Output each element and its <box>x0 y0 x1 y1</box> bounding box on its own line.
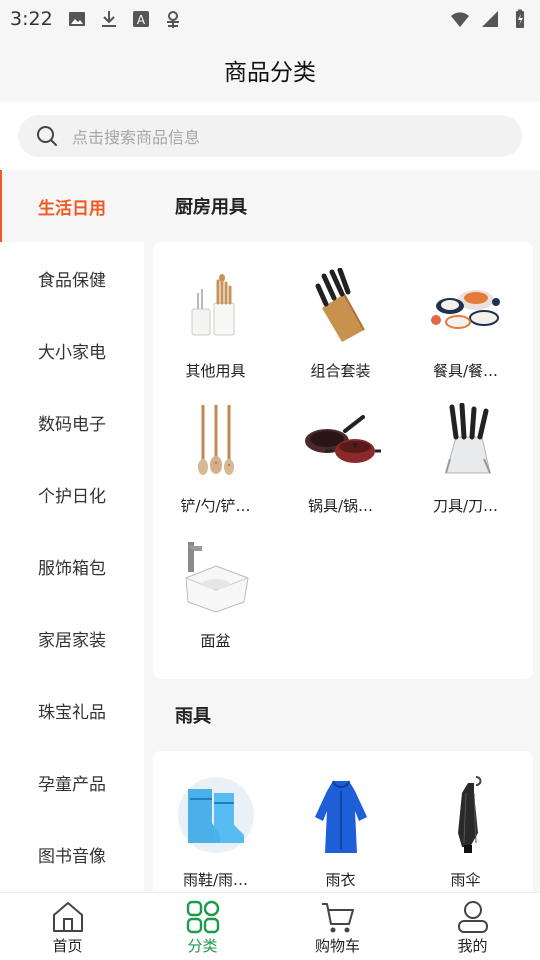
search-bar-container: 点击搜索商品信息 <box>0 102 540 170</box>
section-title: 厨房用具 <box>175 197 247 218</box>
section-title: 雨具 <box>175 706 211 727</box>
tab-cart[interactable]: 购物车 <box>270 893 405 960</box>
bug-icon <box>166 11 179 28</box>
battery-charging-icon <box>516 9 524 28</box>
product-grid: 雨鞋/雨… 雨衣 雨伞 <box>153 751 533 892</box>
font-icon: A <box>132 11 149 27</box>
search-icon <box>37 126 57 146</box>
product-label: 锅具/锅… <box>307 497 374 515</box>
product-item[interactable]: 锅具/锅… <box>278 389 403 524</box>
signal-icon <box>482 11 498 27</box>
sidebar-item-label: 数码电子 <box>38 414 106 435</box>
tab-label: 分类 <box>187 937 218 955</box>
svg-text:A: A <box>137 13 146 27</box>
tableware-set-icon <box>424 264 508 348</box>
sidebar-item-label: 食品保健 <box>38 270 106 291</box>
bottom-tab-bar: 首页 分类 购物车 我的 <box>0 892 540 960</box>
product-item[interactable]: 其他用具 <box>153 254 278 389</box>
search-placeholder: 点击搜索商品信息 <box>72 128 201 147</box>
product-label: 刀具/刀… <box>432 497 499 515</box>
tab-label: 购物车 <box>314 937 360 955</box>
sidebar-item-label: 大小家电 <box>38 342 106 363</box>
sidebar-item-label: 珠宝礼品 <box>38 702 106 723</box>
category-icon <box>186 900 219 934</box>
download-icon <box>101 11 116 27</box>
umbrella-icon <box>424 773 508 857</box>
pans-icon <box>299 399 383 483</box>
image-icon <box>68 12 85 26</box>
tab-label: 我的 <box>457 937 488 955</box>
product-item[interactable]: 组合套装 <box>278 254 403 389</box>
tab-home[interactable]: 首页 <box>0 893 135 960</box>
home-icon <box>52 902 83 932</box>
product-label: 餐具/餐… <box>432 362 499 380</box>
sidebar-item-label: 服饰箱包 <box>38 558 106 579</box>
product-item[interactable]: 雨衣 <box>278 763 403 892</box>
sidebar-item-appliances[interactable]: 大小家电 <box>0 314 144 386</box>
product-item[interactable]: 刀具/刀… <box>403 389 528 524</box>
product-label: 雨衣 <box>325 871 356 889</box>
sidebar-item-home[interactable]: 家居家装 <box>0 602 144 674</box>
sidebar-item-daily-use[interactable]: 生活日用 <box>0 170 144 242</box>
product-grid: 其他用具 组合套装 餐具/餐… 铲/勺/铲… 锅具/锅… 刀具/刀… 面盆 <box>153 242 533 679</box>
wifi-icon <box>451 12 469 27</box>
raincoat-icon <box>299 773 383 857</box>
basin-icon <box>174 534 258 618</box>
product-label: 其他用具 <box>185 362 246 380</box>
tab-category[interactable]: 分类 <box>135 893 270 960</box>
sidebar-item-label: 家居家装 <box>38 630 106 651</box>
sidebar-item-personal-care[interactable]: 个护日化 <box>0 458 144 530</box>
sidebar-item-label: 孕童产品 <box>38 774 106 795</box>
knife-block-icon <box>299 264 383 348</box>
product-item[interactable]: 雨鞋/雨… <box>153 763 278 892</box>
product-label: 雨伞 <box>450 871 481 889</box>
page-header: 商品分类 <box>0 38 540 102</box>
sidebar-item-apparel-bags[interactable]: 服饰箱包 <box>0 530 144 602</box>
sidebar-item-label: 图书音像 <box>38 846 106 867</box>
product-item[interactable]: 雨伞 <box>403 763 528 892</box>
sidebar-item-books-media[interactable]: 图书音像 <box>0 818 144 890</box>
sidebar-item-jewelry-gifts[interactable]: 珠宝礼品 <box>0 674 144 746</box>
category-sidebar: 生活日用 食品保健 大小家电 数码电子 个护日化 服饰箱包 家居家装 珠宝礼品 … <box>0 170 144 892</box>
product-label: 铲/勺/铲… <box>180 497 251 515</box>
product-item[interactable]: 面盆 <box>153 524 278 659</box>
shoe-cover-icon <box>174 773 258 857</box>
status-bar: 3:22 A <box>0 0 540 38</box>
ladles-icon <box>174 399 258 483</box>
tab-mine[interactable]: 我的 <box>405 893 540 960</box>
sidebar-item-baby[interactable]: 孕童产品 <box>0 746 144 818</box>
product-label: 面盆 <box>200 632 231 650</box>
knife-stand-icon <box>424 399 508 483</box>
product-item[interactable]: 铲/勺/铲… <box>153 389 278 524</box>
product-label: 雨鞋/雨… <box>182 871 249 889</box>
sidebar-item-label: 个护日化 <box>38 486 106 507</box>
cart-icon <box>321 903 354 933</box>
search-input[interactable]: 点击搜索商品信息 <box>18 115 522 157</box>
category-content: 厨房用具 其他用具 组合套装 餐具/餐… 铲/勺/铲… 锅具/锅… 刀具/刀… … <box>144 170 540 892</box>
status-time: 3:22 <box>10 8 53 30</box>
sidebar-item-digital[interactable]: 数码电子 <box>0 386 144 458</box>
product-item[interactable]: 餐具/餐… <box>403 254 528 389</box>
sidebar-item-food-health[interactable]: 食品保健 <box>0 242 144 314</box>
page-title: 商品分类 <box>224 60 316 86</box>
utensil-holder-icon <box>174 264 258 348</box>
sidebar-item-label: 生活日用 <box>38 198 106 219</box>
tab-label: 首页 <box>52 937 83 955</box>
user-icon <box>457 901 488 933</box>
product-label: 组合套装 <box>310 362 371 380</box>
